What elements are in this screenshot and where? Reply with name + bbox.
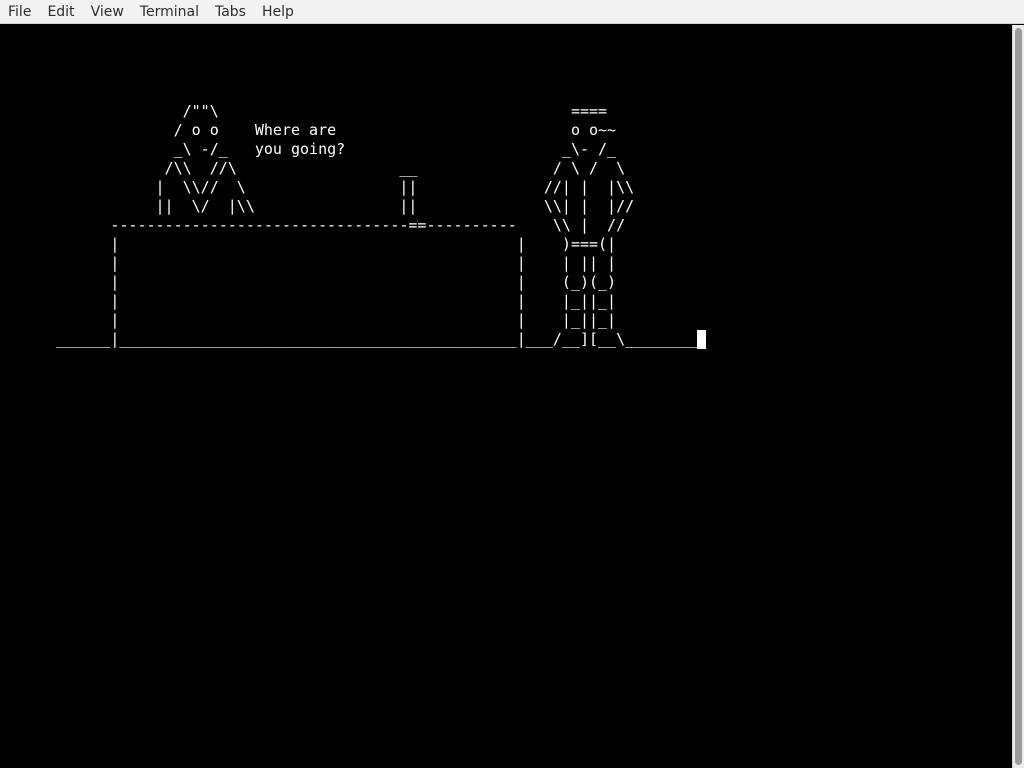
terminal-line-text: _\ -/_ you going? _\- /_ bbox=[2, 140, 617, 158]
terminal-line-text: | | |_||_| bbox=[2, 292, 617, 310]
scrollbar-thumb[interactable] bbox=[1015, 28, 1022, 765]
terminal-line-text: | | (_)(_) bbox=[2, 273, 617, 291]
terminal-line: || \/ |\\ || \\| | |// bbox=[2, 197, 706, 216]
terminal-line: | \\// \ || //| | |\\ bbox=[2, 178, 706, 197]
terminal-line: | | | || | bbox=[2, 254, 706, 273]
terminal-screen[interactable]: /""\ ==== / o o Where are o o~~ _\ -/_ y… bbox=[0, 25, 1012, 768]
terminal-line-text: ______|_________________________________… bbox=[2, 330, 698, 348]
terminal-line: | | (_)(_) bbox=[2, 273, 706, 292]
menu-tabs[interactable]: Tabs bbox=[207, 0, 254, 24]
terminal-output: /""\ ==== / o o Where are o o~~ _\ -/_ y… bbox=[2, 26, 707, 349]
terminal-line-text: ---------------------------------==-----… bbox=[2, 216, 626, 234]
menu-view[interactable]: View bbox=[83, 0, 132, 24]
terminal-line: | | |_||_| bbox=[2, 311, 706, 330]
terminal-line: _\ -/_ you going? _\- /_ bbox=[2, 140, 706, 159]
terminal-line-text: | | )===(| bbox=[2, 235, 617, 253]
terminal-line: | | |_||_| bbox=[2, 292, 706, 311]
terminal-line: | | )===(| bbox=[2, 235, 706, 254]
terminal-line: /\\ //\ __ / \ / \ bbox=[2, 159, 706, 178]
terminal-line: ---------------------------------==-----… bbox=[2, 216, 706, 235]
terminal-line: /""\ ==== bbox=[2, 102, 706, 121]
terminal-line: / o o Where are o o~~ bbox=[2, 121, 706, 140]
menu-edit[interactable]: Edit bbox=[39, 0, 82, 24]
menu-terminal[interactable]: Terminal bbox=[132, 0, 207, 24]
terminal-window: File Edit View Terminal Tabs Help /""\ =… bbox=[0, 0, 1024, 768]
vertical-scrollbar[interactable] bbox=[1012, 25, 1024, 768]
terminal-line-text: /\\ //\ __ / \ / \ bbox=[2, 159, 626, 177]
terminal-line-text: / o o Where are o o~~ bbox=[2, 121, 617, 139]
terminal-line: ______|_________________________________… bbox=[2, 330, 707, 349]
terminal-line-text: | | |_||_| bbox=[2, 311, 617, 329]
terminal-line-text: /""\ ==== bbox=[2, 102, 608, 120]
menu-bar: File Edit View Terminal Tabs Help bbox=[0, 0, 1024, 24]
menu-file[interactable]: File bbox=[0, 0, 39, 24]
terminal-line-text: | | | || | bbox=[2, 254, 617, 272]
terminal-line-text: || \/ |\\ || \\| | |// bbox=[2, 197, 635, 215]
terminal-line-text: | \\// \ || //| | |\\ bbox=[2, 178, 635, 196]
text-cursor bbox=[697, 330, 707, 349]
menu-help[interactable]: Help bbox=[254, 0, 302, 24]
